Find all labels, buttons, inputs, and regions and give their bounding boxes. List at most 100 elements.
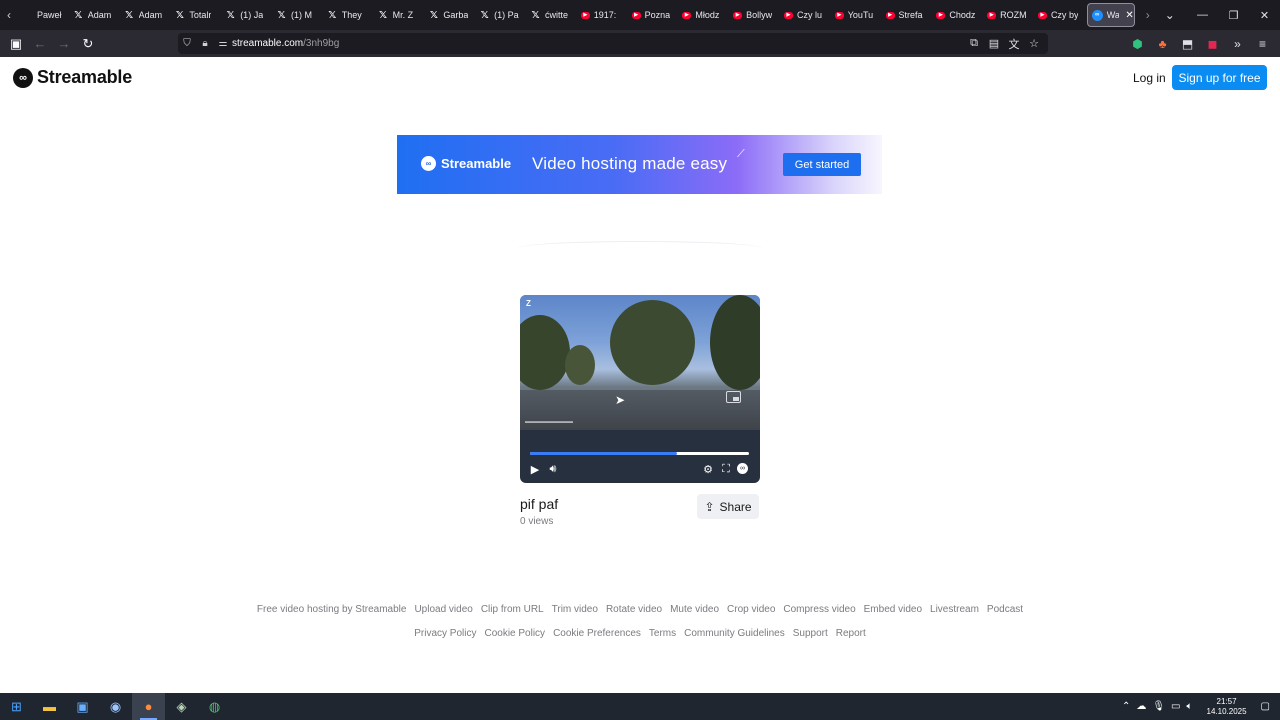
browser-tab[interactable]: ▶ Czy lu <box>780 0 831 30</box>
share-button[interactable]: ⇪ Share <box>697 494 759 519</box>
video-frame[interactable]: Z ▬▬▬▬▬▬▬▬ ➤ <box>520 295 760 430</box>
x-icon: 𝕏 <box>379 9 388 21</box>
footer-link[interactable]: Crop video <box>727 604 775 615</box>
browser-tab[interactable]: ▶ Pozna <box>628 0 679 30</box>
footer-link[interactable]: Podcast <box>987 604 1023 615</box>
video-views: 0 views <box>520 516 554 527</box>
tab-scroll-left-icon[interactable]: ‹ <box>0 0 18 30</box>
play-icon[interactable]: ▶ <box>528 462 542 476</box>
sidebar-toggle-icon[interactable]: ▣ <box>4 32 28 56</box>
browser-tab[interactable]: ▶ Młodz <box>678 0 729 30</box>
browser-tab[interactable]: 𝕏 (1) Ja <box>221 0 272 30</box>
clock-date: 14.10.2025 <box>1206 706 1247 716</box>
promo-banner[interactable]: ∞ Streamable Video hosting made easy ⟋ G… <box>397 135 882 194</box>
browser-tab[interactable]: ▶ Chodz <box>932 0 983 30</box>
site-logo[interactable]: ∞ Streamable <box>13 67 132 88</box>
list-all-tabs-icon[interactable]: ⌄ <box>1159 8 1181 22</box>
browser-tab[interactable]: ▶ ROZM <box>983 0 1034 30</box>
adblock-extension-icon[interactable]: ◼ <box>1203 37 1222 51</box>
picture-in-picture-icon[interactable]: ⧉ <box>966 37 982 50</box>
tray-overflow-icon[interactable]: ⌃ <box>1122 701 1130 712</box>
reload-icon[interactable]: ↻ <box>76 32 100 56</box>
file-explorer-icon[interactable]: ▬ <box>33 693 66 720</box>
back-icon[interactable]: ← <box>28 32 52 56</box>
picture-in-picture-icon[interactable] <box>726 391 741 403</box>
browser-tab[interactable]: ▶ Bollyw <box>729 0 780 30</box>
footer-link[interactable]: Rotate video <box>606 604 662 615</box>
settings-gear-icon[interactable]: ⚙ <box>701 462 715 476</box>
browser-tab[interactable]: 𝕏 Garba <box>424 0 475 30</box>
browser-tab[interactable]: 𝕏 Adam <box>69 0 120 30</box>
close-window-icon[interactable]: ✕ <box>1249 0 1280 30</box>
overflow-menu-icon[interactable]: » <box>1228 37 1247 51</box>
windows-start-icon[interactable]: ⊞ <box>0 693 33 720</box>
streamable-watermark-icon[interactable]: ∞ <box>737 463 748 474</box>
browser-tab[interactable]: 𝕏ćwitte <box>526 0 577 30</box>
forward-icon[interactable]: → <box>52 32 76 56</box>
browser-tab[interactable]: 𝕏 Totalr <box>170 0 221 30</box>
browser-tab[interactable]: ▶ Strefa <box>882 0 933 30</box>
tab-favicon <box>22 10 33 21</box>
cloud-icon[interactable]: ☁ <box>1136 701 1146 712</box>
footer-link[interactable]: Trim video <box>552 604 598 615</box>
chrome-taskbar-icon[interactable]: ◍ <box>198 693 231 720</box>
steam-icon[interactable]: ◉ <box>99 693 132 720</box>
lock-icon[interactable]: 🔒︎ <box>196 33 214 54</box>
footer-link[interactable]: Free video hosting by Streamable <box>257 604 407 615</box>
remote-desktop-icon[interactable]: ▣ <box>66 693 99 720</box>
extensions-icon[interactable]: ⬒ <box>1178 37 1197 51</box>
footer-link[interactable]: Compress video <box>783 604 855 615</box>
clock[interactable]: 21:57 14.10.2025 <box>1207 697 1247 717</box>
footer-link[interactable]: Community Guidelines <box>684 628 785 639</box>
footer-link[interactable]: Mute video <box>670 604 719 615</box>
signup-button[interactable]: Sign up for free <box>1172 65 1267 90</box>
browser-tab[interactable]: 𝕏 (1) Pa <box>475 0 526 30</box>
shield-extension-icon[interactable]: ⬢ <box>1128 37 1147 51</box>
volume-icon[interactable]: 🔊︎ <box>546 462 560 476</box>
x-icon: 𝕏 <box>480 9 489 21</box>
tracking-shield-icon[interactable]: ⛉ <box>178 33 196 54</box>
restore-icon[interactable]: ❐ <box>1218 0 1249 30</box>
firefox-taskbar-icon[interactable]: ● <box>132 693 165 720</box>
tab-scroll-right-icon[interactable]: › <box>1137 8 1159 22</box>
youtube-icon: ▶ <box>1037 11 1047 19</box>
browser-tab[interactable]: ▶ 1917: <box>577 0 628 30</box>
footer-link[interactable]: Clip from URL <box>481 604 544 615</box>
network-icon[interactable]: ▭ <box>1171 701 1180 712</box>
browser-tab[interactable]: ▶ Czy by <box>1034 0 1085 30</box>
footer-link[interactable]: Upload video <box>414 604 472 615</box>
firefox-account-icon[interactable]: ♣ <box>1153 37 1172 51</box>
tab-active[interactable]: ∞ Wa ✕ <box>1086 3 1135 27</box>
hamburger-menu-icon[interactable]: ≡ <box>1253 37 1272 51</box>
footer-link[interactable]: Livestream <box>930 604 979 615</box>
reader-view-icon[interactable]: ▤ <box>986 37 1002 50</box>
permissions-icon[interactable]: ⚌ <box>214 33 232 54</box>
minimize-icon[interactable]: — <box>1187 0 1218 30</box>
close-tab-icon[interactable]: ✕ <box>1125 10 1133 21</box>
app-taskbar-icon[interactable]: ◈ <box>165 693 198 720</box>
login-link[interactable]: Log in <box>1133 71 1166 85</box>
bookmark-star-icon[interactable]: ☆ <box>1026 37 1042 50</box>
translate-icon[interactable]: 文 <box>1006 36 1022 52</box>
footer-link[interactable]: Embed video <box>864 604 922 615</box>
footer-link[interactable]: Terms <box>649 628 676 639</box>
footer-link[interactable]: Cookie Policy <box>484 628 545 639</box>
address-bar[interactable]: ⛉ 🔒︎ ⚌ streamable.com/3nh9bg ⧉ ▤ 文 ☆ <box>178 33 1048 54</box>
footer-link[interactable]: Report <box>836 628 866 639</box>
fullscreen-icon[interactable]: ⛶ <box>719 462 733 476</box>
notifications-icon[interactable]: ▢ <box>1261 701 1270 712</box>
browser-tab[interactable]: 𝕏 Adam <box>120 0 171 30</box>
footer-link[interactable]: Support <box>793 628 828 639</box>
speaker-icon[interactable]: 🔈︎ <box>1187 701 1193 712</box>
browser-tab[interactable]: 𝕏 They <box>323 0 374 30</box>
microphone-icon[interactable]: 🎙︎ <box>1152 701 1165 712</box>
footer-link[interactable]: Privacy Policy <box>414 628 476 639</box>
browser-tab[interactable]: Paweł <box>18 0 69 30</box>
browser-tab[interactable]: ▶ YouTu <box>831 0 882 30</box>
footer-link[interactable]: Cookie Preferences <box>553 628 641 639</box>
browser-tab[interactable]: 𝕏 Mr. Z <box>374 0 425 30</box>
video-player[interactable]: Z ▬▬▬▬▬▬▬▬ ➤ ▶ 🔊︎ ⚙ ⛶ ∞ <box>520 295 760 483</box>
get-started-button[interactable]: Get started <box>783 153 861 176</box>
browser-tab[interactable]: 𝕏 (1) M <box>272 0 323 30</box>
progress-bar[interactable] <box>530 452 749 455</box>
